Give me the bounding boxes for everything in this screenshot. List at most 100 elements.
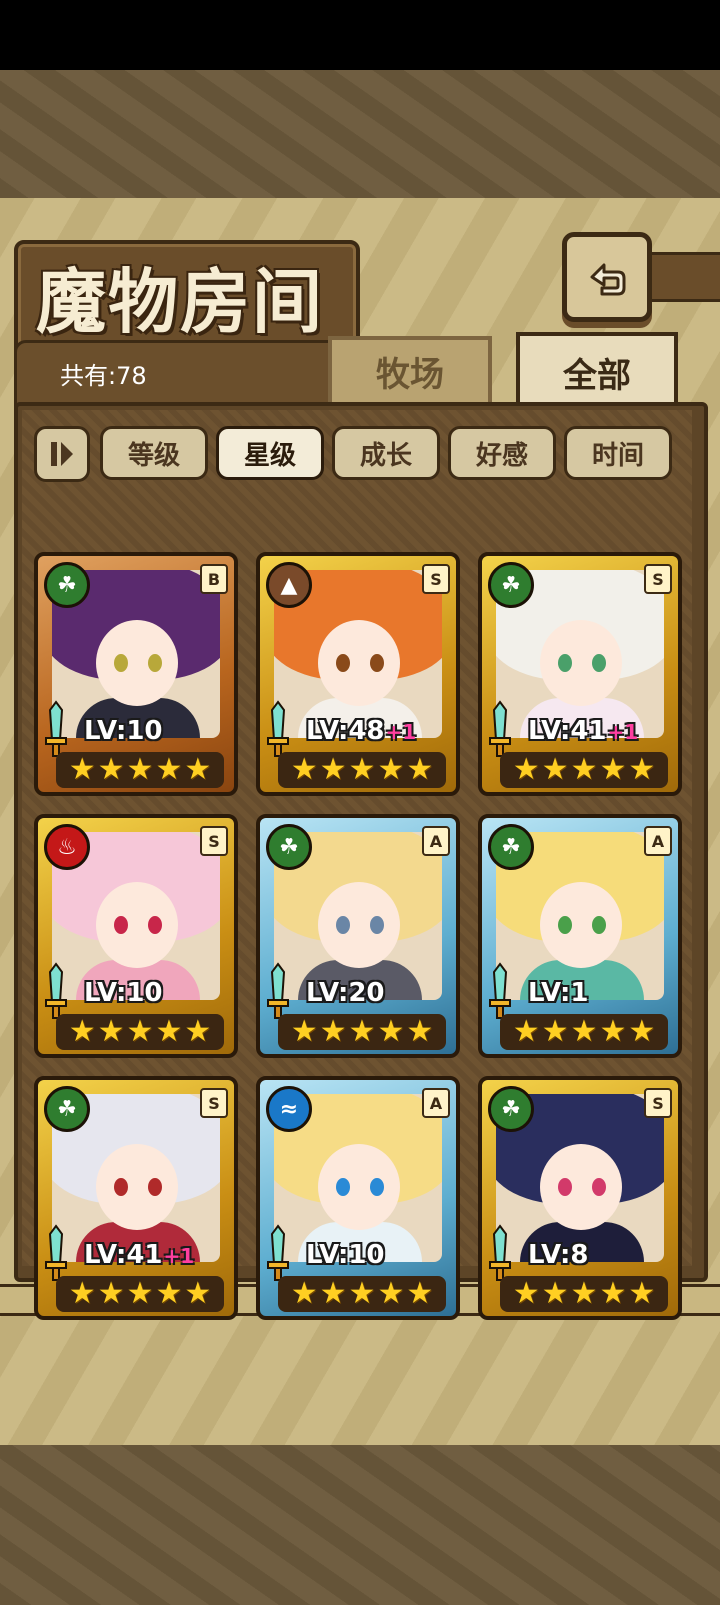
leaf-icon: ☘ xyxy=(44,562,90,608)
star-icon: ★ xyxy=(290,1014,318,1049)
star-icon: ★ xyxy=(512,1276,540,1311)
sort-growth-button[interactable]: 成长 xyxy=(332,426,440,480)
level-text: LV:8 xyxy=(528,1240,589,1270)
level-text: LV:41 xyxy=(84,1240,163,1270)
monster-level: LV:20 xyxy=(306,978,385,1008)
star-icon: ★ xyxy=(628,1014,656,1049)
monster-card[interactable]: ☘ A LV:1 ★ ★ ★ ★ ★ xyxy=(478,814,682,1058)
monster-count: 共有:78 xyxy=(60,362,147,390)
level-text: LV:1 xyxy=(528,978,589,1008)
star-rating: ★ ★ ★ ★ ★ xyxy=(278,752,446,788)
leaf-icon: ☘ xyxy=(44,1086,90,1132)
mountain-icon: ▲ xyxy=(266,562,312,608)
level-bonus: +1 xyxy=(607,720,639,744)
monster-card[interactable]: ☘ S LV:8 ★ ★ ★ ★ ★ xyxy=(478,1076,682,1320)
star-icon: ★ xyxy=(541,1014,569,1049)
sword-icon xyxy=(489,962,511,1019)
monster-level: LV:10 xyxy=(84,978,163,1008)
level-bonus: +1 xyxy=(385,720,417,744)
star-icon: ★ xyxy=(126,752,154,787)
star-icon: ★ xyxy=(126,1014,154,1049)
star-icon: ★ xyxy=(348,1276,376,1311)
rank-badge: A xyxy=(422,826,450,856)
star-icon: ★ xyxy=(599,1276,627,1311)
monster-card[interactable]: ♨ S LV:10 ★ ★ ★ ★ ★ xyxy=(34,814,238,1058)
star-icon: ★ xyxy=(126,1276,154,1311)
rank-badge: S xyxy=(644,1088,672,1118)
rank-badge: B xyxy=(200,564,228,594)
star-icon: ★ xyxy=(184,752,212,787)
level-text: LV:10 xyxy=(84,716,163,746)
star-icon: ★ xyxy=(68,1014,96,1049)
sword-icon xyxy=(489,700,511,757)
sword-icon xyxy=(45,700,67,757)
star-icon: ★ xyxy=(290,1276,318,1311)
star-icon: ★ xyxy=(155,1276,183,1311)
monster-card[interactable]: ≈ A LV:10 ★ ★ ★ ★ ★ xyxy=(256,1076,460,1320)
sort-level-button[interactable]: 等级 xyxy=(100,426,208,480)
sort-star-button[interactable]: 星级 xyxy=(216,426,324,480)
map-background-bottom xyxy=(0,1445,720,1605)
star-rating: ★ ★ ★ ★ ★ xyxy=(56,752,224,788)
star-icon: ★ xyxy=(319,1014,347,1049)
star-rating: ★ ★ ★ ★ ★ xyxy=(278,1014,446,1050)
monster-card[interactable]: ☘ B LV:10 ★ ★ ★ ★ ★ xyxy=(34,552,238,796)
monster-level: LV:10 xyxy=(306,1240,385,1270)
monster-card[interactable]: ☘ S LV:41+1 ★ ★ ★ ★ ★ xyxy=(478,552,682,796)
star-icon: ★ xyxy=(319,1276,347,1311)
level-text: LV:41 xyxy=(528,716,607,746)
star-icon: ★ xyxy=(319,752,347,787)
sort-time-button[interactable]: 时间 xyxy=(564,426,672,480)
sword-icon xyxy=(45,1224,67,1281)
level-text: LV:20 xyxy=(306,978,385,1008)
star-icon: ★ xyxy=(184,1014,212,1049)
leaf-icon: ☘ xyxy=(488,562,534,608)
star-icon: ★ xyxy=(599,1014,627,1049)
sword-icon xyxy=(489,1224,511,1281)
tab-all[interactable]: 全部 xyxy=(516,332,678,408)
star-rating: ★ ★ ★ ★ ★ xyxy=(278,1276,446,1312)
flame-icon: ♨ xyxy=(44,824,90,870)
star-icon: ★ xyxy=(628,752,656,787)
monster-card[interactable]: ☘ S LV:41+1 ★ ★ ★ ★ ★ xyxy=(34,1076,238,1320)
leaf-icon: ☘ xyxy=(266,824,312,870)
rank-badge: A xyxy=(422,1088,450,1118)
monster-card[interactable]: ☘ A LV:20 ★ ★ ★ ★ ★ xyxy=(256,814,460,1058)
sort-affection-button[interactable]: 好感 xyxy=(448,426,556,480)
monster-level: LV:10 xyxy=(84,716,163,746)
sort-order-icon xyxy=(51,442,73,466)
star-icon: ★ xyxy=(348,752,376,787)
star-icon: ★ xyxy=(541,752,569,787)
star-rating: ★ ★ ★ ★ ★ xyxy=(500,1276,668,1312)
leaf-icon: ☘ xyxy=(488,824,534,870)
star-icon: ★ xyxy=(406,752,434,787)
sword-icon xyxy=(45,962,67,1019)
star-icon: ★ xyxy=(570,1014,598,1049)
star-rating: ★ ★ ★ ★ ★ xyxy=(500,1014,668,1050)
star-rating: ★ ★ ★ ★ ★ xyxy=(500,752,668,788)
map-background-top xyxy=(0,70,720,200)
monster-level: LV:41+1 xyxy=(84,1240,194,1270)
star-icon: ★ xyxy=(512,1014,540,1049)
star-icon: ★ xyxy=(570,1276,598,1311)
back-button-rail xyxy=(640,252,720,302)
monster-level: LV:41+1 xyxy=(528,716,638,746)
sort-order-toggle[interactable] xyxy=(34,426,90,482)
page-title: 魔物房间 xyxy=(36,260,324,343)
monster-level: LV:1 xyxy=(528,978,588,1008)
star-icon: ★ xyxy=(348,1014,376,1049)
star-icon: ★ xyxy=(155,1014,183,1049)
star-rating: ★ ★ ★ ★ ★ xyxy=(56,1014,224,1050)
monster-card[interactable]: ▲ S LV:48+1 ★ ★ ★ ★ ★ xyxy=(256,552,460,796)
star-icon: ★ xyxy=(541,1276,569,1311)
sword-icon xyxy=(267,700,289,757)
level-bonus: +1 xyxy=(163,1244,195,1268)
star-icon: ★ xyxy=(97,752,125,787)
star-icon: ★ xyxy=(512,752,540,787)
star-icon: ★ xyxy=(184,1276,212,1311)
tab-ranch[interactable]: 牧场 xyxy=(328,336,492,402)
back-button[interactable] xyxy=(562,232,652,322)
star-icon: ★ xyxy=(406,1276,434,1311)
star-icon: ★ xyxy=(97,1276,125,1311)
sword-icon xyxy=(267,1224,289,1281)
